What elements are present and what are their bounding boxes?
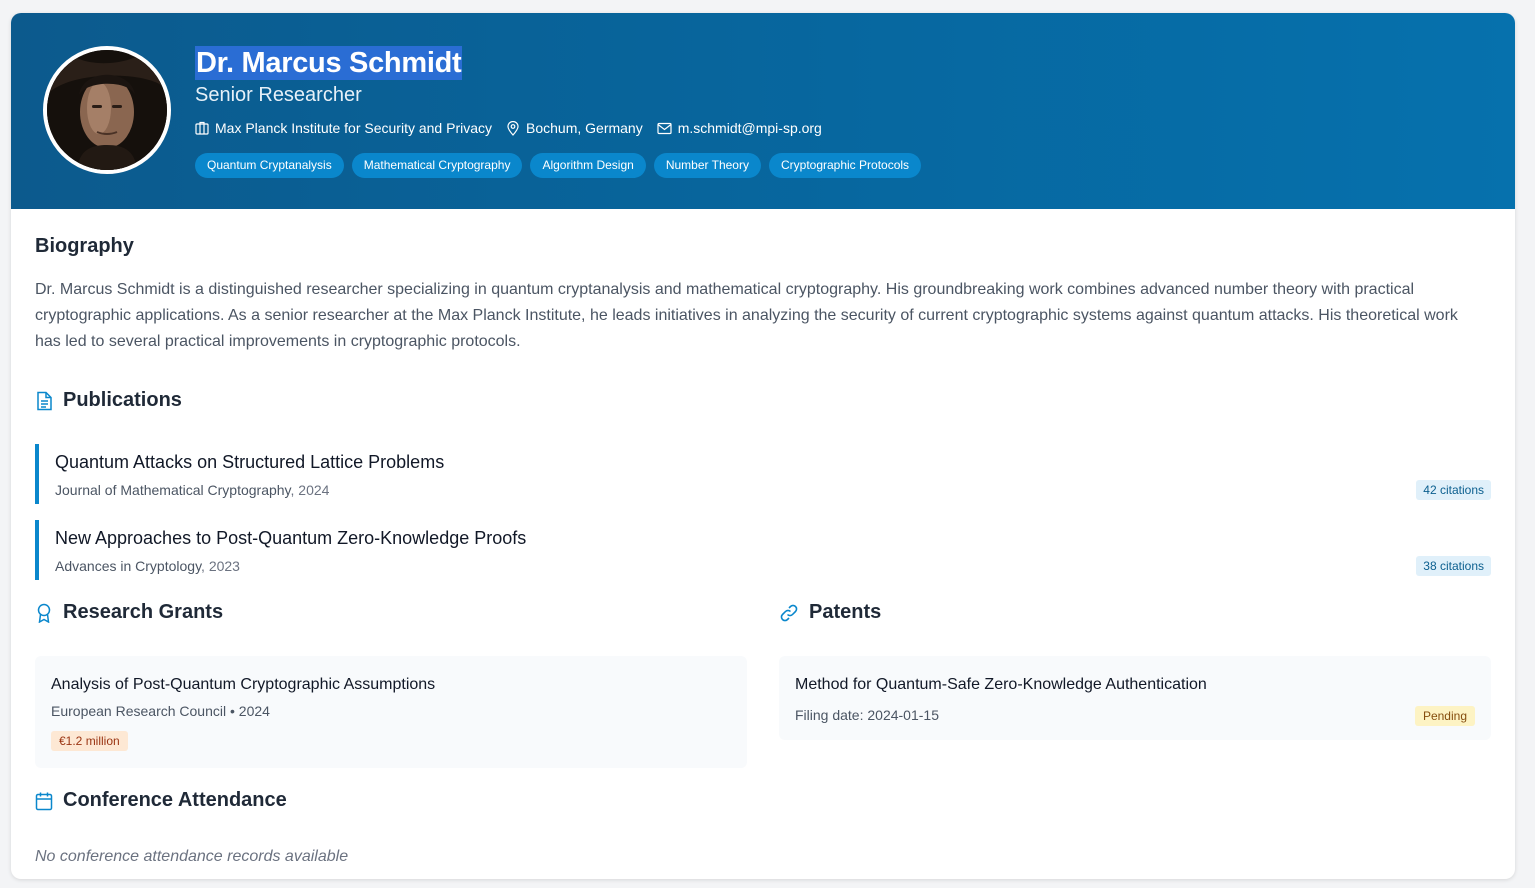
conferences-empty-state: No conference attendance records availab… bbox=[35, 848, 349, 865]
profile-meta: Max Planck Institute for Security and Pr… bbox=[195, 118, 822, 138]
tag[interactable]: Number Theory bbox=[653, 153, 761, 178]
calendar-icon bbox=[35, 791, 53, 811]
conferences-header: Conference Attendance bbox=[35, 789, 287, 812]
institution: Max Planck Institute for Security and Pr… bbox=[195, 120, 492, 136]
tag[interactable]: Quantum Cryptanalysis bbox=[195, 153, 344, 178]
building-icon bbox=[195, 121, 209, 135]
publications-heading: Publications bbox=[63, 389, 182, 411]
publication-year: , 2024 bbox=[290, 482, 330, 498]
publication-venue: Journal of Mathematical Cryptography, 20… bbox=[55, 482, 329, 498]
citation-badge: 42 citations bbox=[1416, 480, 1491, 500]
document-icon bbox=[35, 391, 53, 411]
map-pin-icon bbox=[506, 120, 520, 136]
award-icon bbox=[35, 603, 53, 623]
link-icon bbox=[779, 603, 799, 623]
research-tags: Quantum Cryptanalysis Mathematical Crypt… bbox=[195, 153, 922, 178]
biography-heading: Biography bbox=[35, 235, 134, 257]
mail-icon bbox=[657, 122, 672, 135]
publication-item[interactable]: Quantum Attacks on Structured Lattice Pr… bbox=[35, 444, 1491, 504]
publication-title[interactable]: New Approaches to Post-Quantum Zero-Know… bbox=[55, 528, 526, 549]
patent-card[interactable]: Method for Quantum-Safe Zero-Knowledge A… bbox=[779, 656, 1491, 740]
publication-year: , 2023 bbox=[201, 558, 240, 574]
location: Bochum, Germany bbox=[506, 120, 643, 136]
profile-name: Dr. Marcus Schmidt bbox=[195, 46, 463, 80]
conferences-heading: Conference Attendance bbox=[63, 789, 287, 811]
patent-title: Method for Quantum-Safe Zero-Knowledge A… bbox=[795, 676, 1207, 693]
profile-header: Dr. Marcus Schmidt Senior Researcher Max… bbox=[11, 13, 1515, 209]
avatar bbox=[43, 46, 171, 174]
email-text[interactable]: m.schmidt@mpi-sp.org bbox=[678, 120, 822, 136]
grant-title: Analysis of Post-Quantum Cryptographic A… bbox=[51, 676, 436, 693]
publication-item[interactable]: New Approaches to Post-Quantum Zero-Know… bbox=[35, 520, 1491, 580]
publication-title[interactable]: Quantum Attacks on Structured Lattice Pr… bbox=[55, 452, 444, 473]
publication-venue-name: Advances in Cryptology bbox=[55, 558, 202, 574]
publications-header: Publications bbox=[35, 389, 182, 412]
grants-header: Research Grants bbox=[35, 601, 223, 624]
patents-header: Patents bbox=[779, 601, 881, 624]
tag[interactable]: Algorithm Design bbox=[530, 153, 646, 178]
grant-amount-badge: €1.2 million bbox=[51, 731, 128, 751]
profile-title: Senior Researcher bbox=[195, 84, 362, 106]
patent-filing-date: Filing date: 2024-01-15 bbox=[795, 707, 939, 723]
tag[interactable]: Cryptographic Protocols bbox=[768, 153, 922, 178]
publication-venue-name: Journal of Mathematical Cryptography bbox=[55, 482, 291, 498]
profile-card: Dr. Marcus Schmidt Senior Researcher Max… bbox=[11, 13, 1515, 879]
citation-badge: 38 citations bbox=[1416, 556, 1491, 576]
tag[interactable]: Mathematical Cryptography bbox=[351, 153, 523, 178]
grant-subtitle: European Research Council • 2024 bbox=[51, 703, 270, 719]
publication-venue: Advances in Cryptology, 2023 bbox=[55, 558, 240, 574]
grant-card[interactable]: Analysis of Post-Quantum Cryptographic A… bbox=[35, 656, 747, 768]
biography-text: Dr. Marcus Schmidt is a distinguished re… bbox=[35, 281, 1458, 350]
institution-text: Max Planck Institute for Security and Pr… bbox=[215, 120, 492, 136]
email[interactable]: m.schmidt@mpi-sp.org bbox=[657, 120, 822, 136]
patents-heading: Patents bbox=[809, 601, 882, 623]
patent-status-badge: Pending bbox=[1414, 706, 1475, 726]
location-text: Bochum, Germany bbox=[526, 120, 643, 136]
grants-heading: Research Grants bbox=[63, 601, 224, 623]
